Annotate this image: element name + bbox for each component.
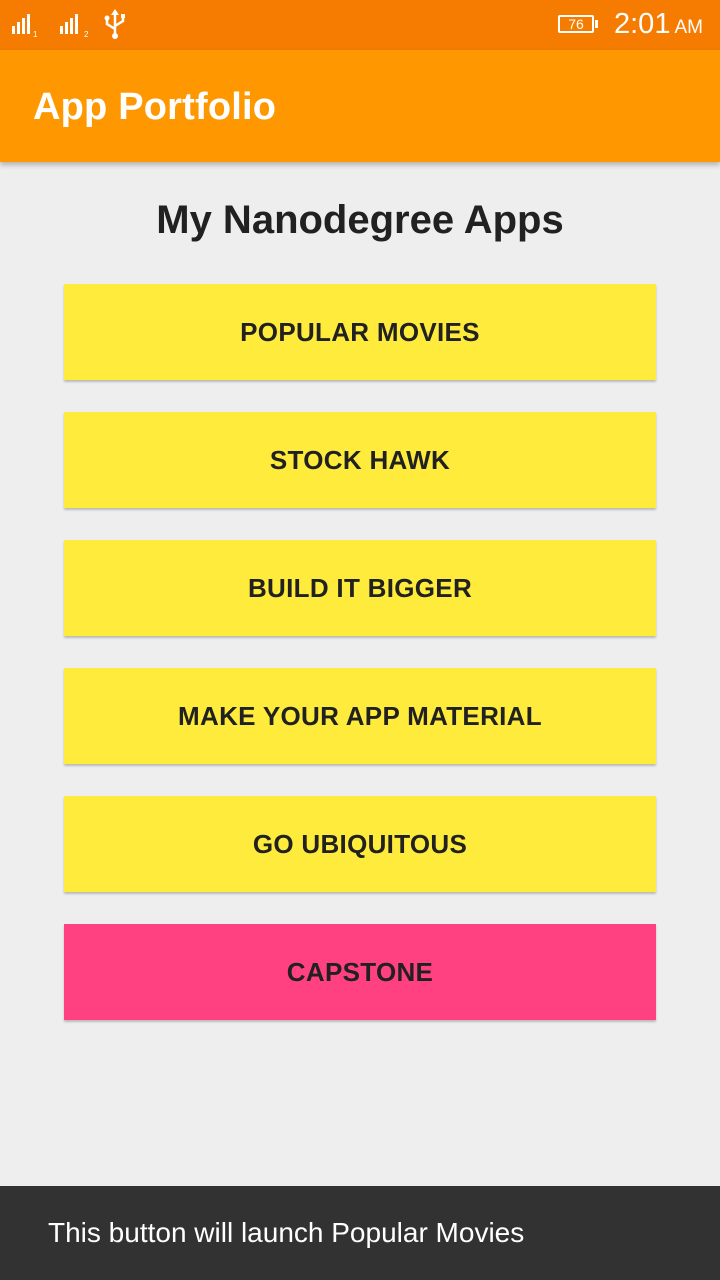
signal-sim2-icon: 2 xyxy=(60,12,89,38)
build-it-bigger-button[interactable]: BUILD IT BIGGER xyxy=(64,540,656,636)
clock-time: 2:01 xyxy=(614,8,671,40)
app-title: App Portfolio xyxy=(33,86,277,128)
snackbar: This button will launch Popular Movies xyxy=(0,1186,720,1280)
capstone-button[interactable]: CAPSTONE xyxy=(64,924,656,1020)
app-bar: App Portfolio xyxy=(0,50,720,162)
popular-movies-button[interactable]: POPULAR MOVIES xyxy=(64,284,656,380)
battery-icon: 76 xyxy=(558,15,598,33)
status-bar: 1 2 76 2:01 AM xyxy=(0,0,720,50)
sim2-label: 2 xyxy=(84,30,89,38)
usb-icon xyxy=(102,9,128,44)
stock-hawk-button[interactable]: STOCK HAWK xyxy=(64,412,656,508)
snackbar-message: This button will launch Popular Movies xyxy=(48,1217,525,1248)
go-ubiquitous-button[interactable]: GO UBIQUITOUS xyxy=(64,796,656,892)
sim1-label: 1 xyxy=(33,30,38,38)
page-heading: My Nanodegree Apps xyxy=(156,198,564,242)
make-your-app-material-button[interactable]: MAKE YOUR APP MATERIAL xyxy=(64,668,656,764)
clock-ampm: AM xyxy=(674,17,703,38)
status-clock: 2:01 AM xyxy=(614,8,703,41)
signal-sim1-icon: 1 xyxy=(12,12,38,38)
